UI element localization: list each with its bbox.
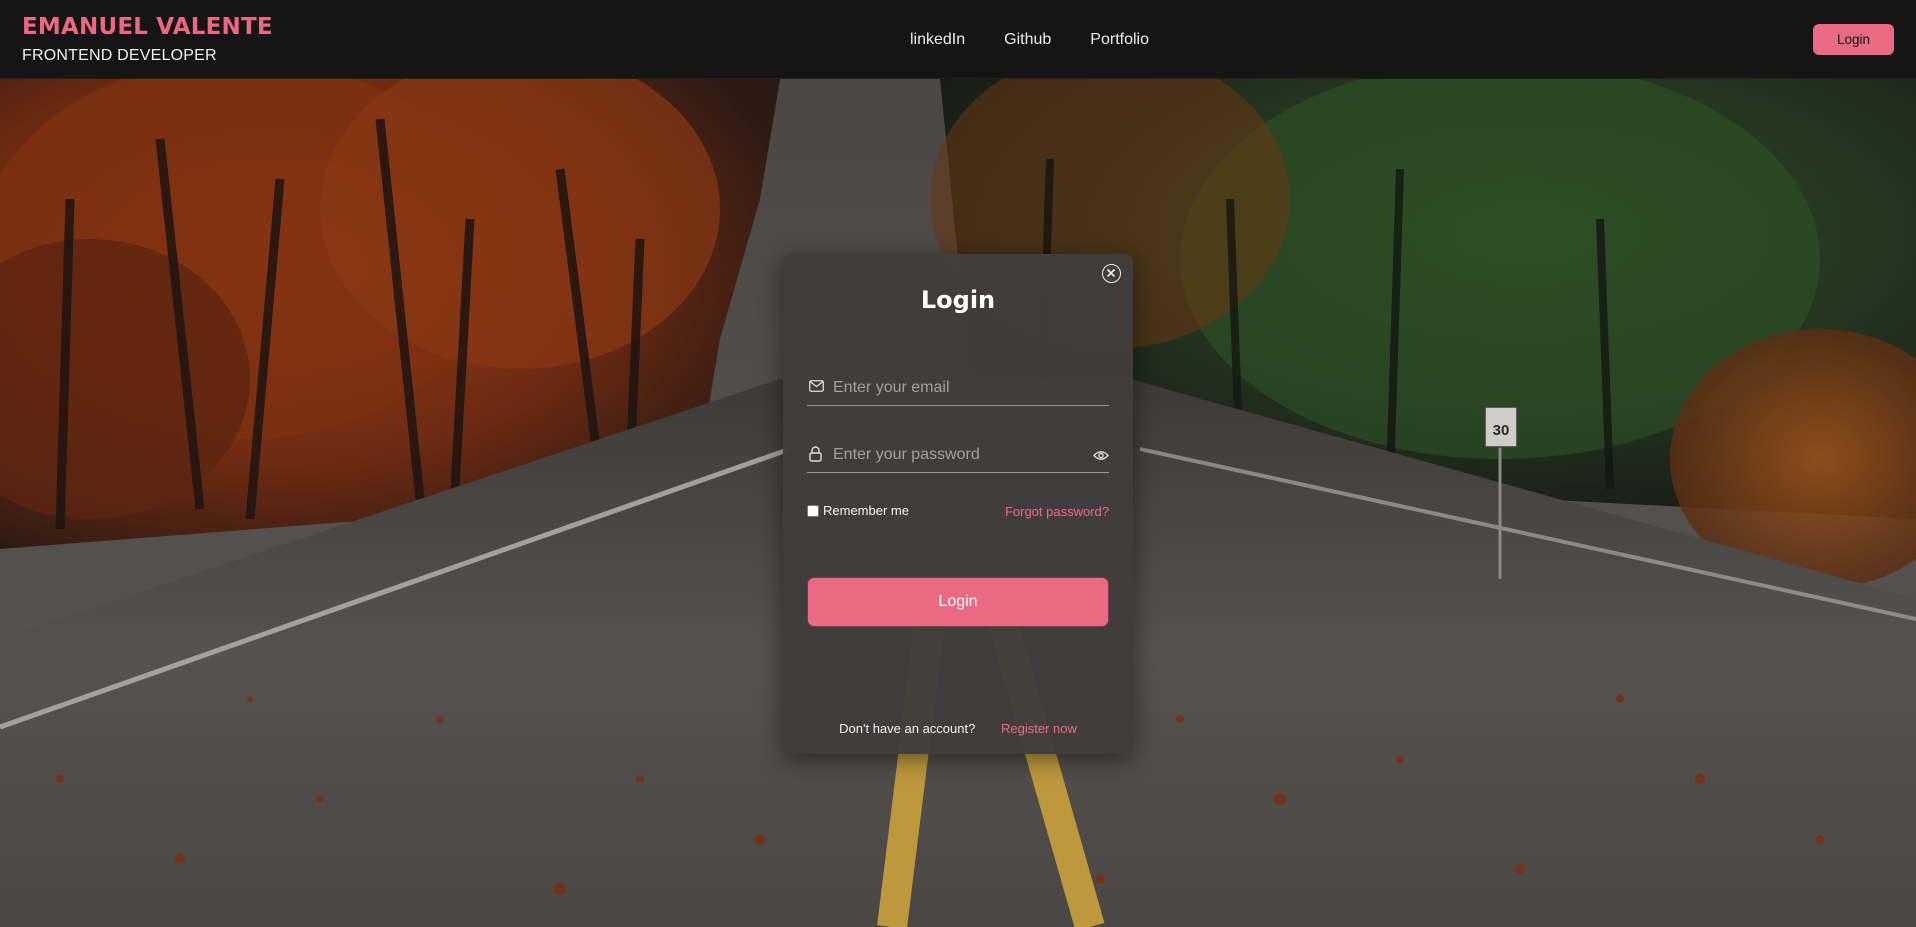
password-input[interactable] — [831, 441, 1081, 469]
brand-name: EMANUEL VALENTE — [22, 14, 273, 40]
remember-me-label: Remember me — [823, 503, 909, 518]
email-input[interactable] — [831, 374, 1081, 402]
eye-icon[interactable] — [1093, 448, 1109, 466]
header-login-button[interactable]: Login — [1813, 24, 1894, 55]
mail-icon — [809, 379, 824, 397]
nav-link-portfolio[interactable]: Portfolio — [1090, 31, 1149, 49]
register-link[interactable]: Register now — [1001, 721, 1077, 736]
nav-link-github[interactable]: Github — [1004, 31, 1051, 49]
remember-me: Remember me — [807, 503, 909, 518]
password-field — [807, 437, 1109, 473]
nav-links: linkedIn Github Portfolio — [910, 31, 1149, 49]
close-icon[interactable] — [1102, 264, 1121, 283]
lock-icon — [809, 446, 822, 467]
login-submit-button[interactable]: Login — [807, 577, 1109, 627]
register-question: Don't have an account? — [839, 721, 976, 736]
nav-link-linkedin[interactable]: linkedIn — [910, 31, 965, 49]
remember-me-checkbox[interactable] — [807, 504, 819, 517]
register-prompt: Don't have an account? Register now — [783, 721, 1133, 736]
forgot-password-link[interactable]: Forgot password? — [1005, 504, 1109, 519]
svg-text:30: 30 — [1493, 422, 1510, 439]
login-modal: Login Remember me Forgot passwo — [783, 254, 1133, 754]
modal-title: Login — [920, 286, 996, 314]
brand-role: FRONTEND DEVELOPER — [22, 47, 217, 64]
top-navbar: EMANUEL VALENTE FRONTEND DEVELOPER linke… — [0, 0, 1916, 79]
email-field — [807, 370, 1109, 406]
